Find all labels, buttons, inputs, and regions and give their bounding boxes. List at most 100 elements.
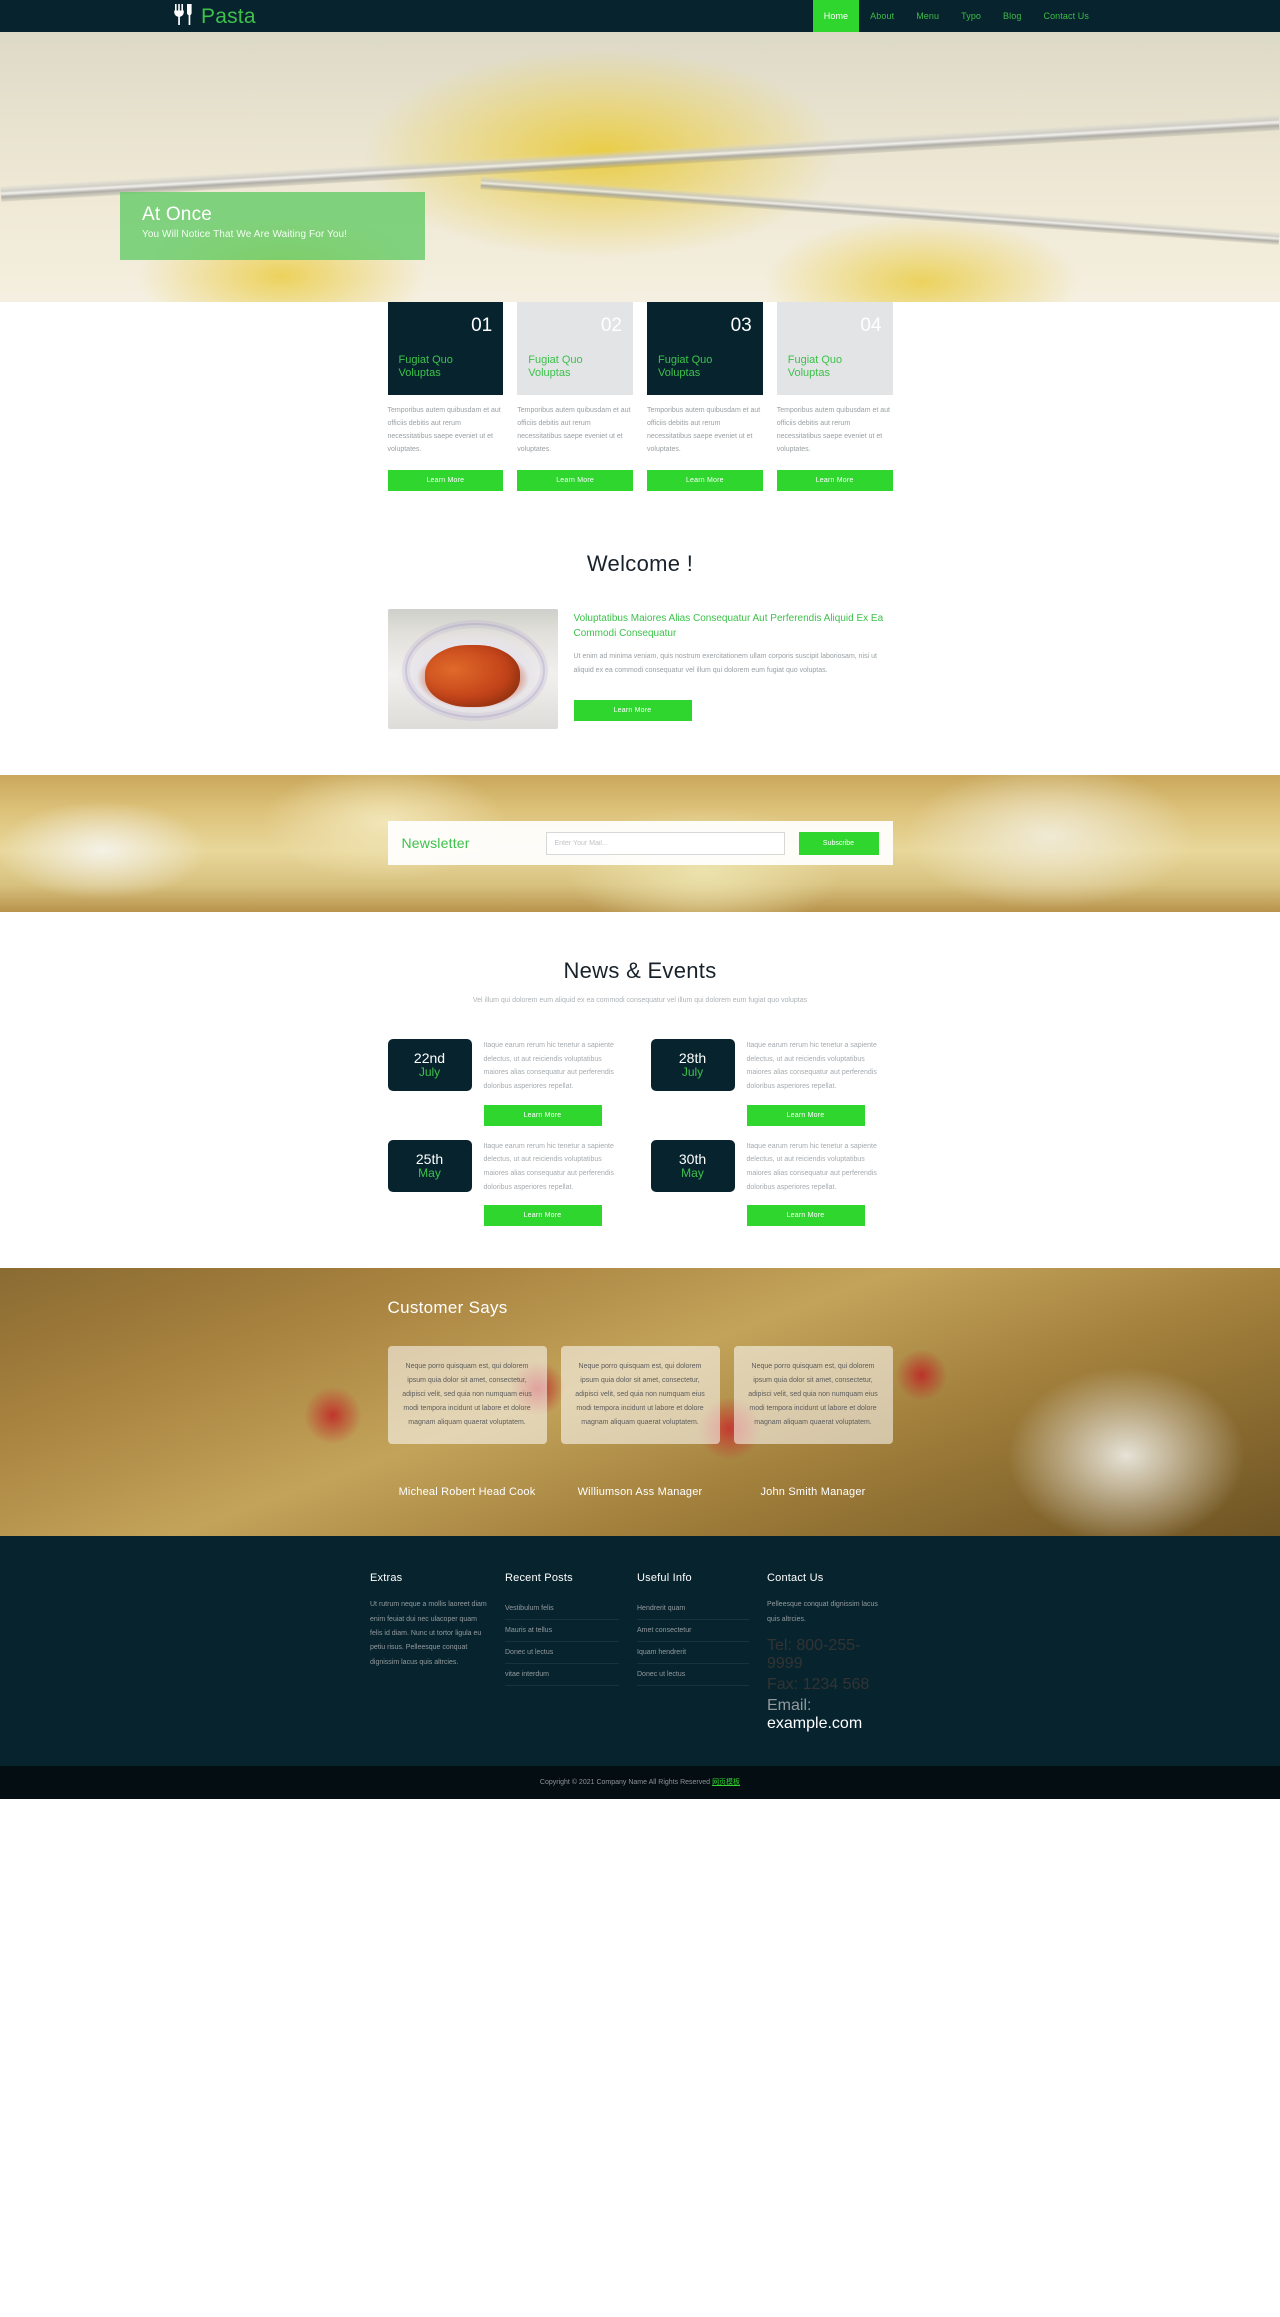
footer-fax: Fax: 1234 568 — [767, 1676, 892, 1694]
footer-link-item[interactable]: vitae interdum — [505, 1664, 619, 1687]
testimonial-quote: Neque porro quisquam est, qui dolorem ip… — [560, 1346, 720, 1445]
welcome-heading: Welcome ! — [586, 550, 694, 576]
hero-fork-decoration-2 — [480, 176, 1280, 245]
nav-item-about[interactable]: About — [859, 0, 905, 32]
footer-extras-text: Ut rutrum neque a mollis laoreet diam en… — [370, 1601, 487, 1666]
footer-email: Email: example.com — [767, 1697, 892, 1733]
newsletter-subscribe-button[interactable]: Subscribe — [798, 831, 879, 855]
footer-email-value[interactable]: example.com — [767, 1715, 862, 1732]
footer-tel-label: Tel: — [767, 1636, 792, 1654]
news-text: Itaque earum rerum hic tenetur a sapient… — [746, 1042, 877, 1090]
service-description: Temporibus autem quibusdam et aut offici… — [776, 407, 890, 453]
testimonials-heading: Customer Says — [387, 1298, 508, 1318]
service-description: Temporibus autem quibusdam et aut offici… — [387, 407, 501, 453]
service-learn-more-button[interactable]: Learn More — [387, 469, 504, 491]
news-day: 25th — [415, 1150, 444, 1167]
news-item: 30th May Itaque earum rerum hic tenetur … — [650, 1139, 892, 1227]
footer-column-contact: Contact Us Pelleesque conquat dignissim … — [767, 1572, 910, 1736]
news-item: 25th May Itaque earum rerum hic tenetur … — [387, 1139, 629, 1227]
footer-link-item[interactable]: Mauris at tellus — [505, 1620, 619, 1643]
footer-tel: Tel: 800-255-9999 — [767, 1637, 892, 1673]
service-description: Temporibus autem quibusdam et aut offici… — [647, 407, 761, 453]
footer-link-item[interactable]: Amet consectetur — [637, 1620, 749, 1643]
nav-item-home[interactable]: Home — [812, 0, 860, 32]
service-learn-more-button[interactable]: Learn More — [517, 469, 633, 491]
hero-title: At Once — [142, 204, 213, 225]
service-card-3: 03 Fugiat Quo Voluptas Temporibus autem … — [647, 302, 763, 491]
testimonial-author: Micheal Robert Head Cook — [398, 1486, 536, 1499]
welcome-body-text: Ut enim ad minima veniam, quis nostrum e… — [573, 652, 877, 674]
news-date-badge: 25th May — [387, 1139, 472, 1192]
news-month: July — [681, 1065, 704, 1080]
news-events-section: News & Events Vel illum qui dolorem eum … — [0, 911, 1280, 1269]
service-learn-more-button[interactable]: Learn More — [776, 469, 893, 491]
news-date-badge: 22nd July — [387, 1039, 472, 1092]
service-learn-more-button[interactable]: Learn More — [647, 469, 763, 491]
news-text: Itaque earum rerum hic tenetur a sapient… — [746, 1142, 877, 1191]
services-section: 01 Fugiat Quo Voluptas Temporibus autem … — [0, 302, 1280, 533]
newsletter-email-input[interactable] — [545, 831, 785, 855]
welcome-learn-more-button[interactable]: Learn More — [573, 699, 692, 721]
news-learn-more-button[interactable]: Learn More — [746, 1104, 865, 1126]
footer-link-item[interactable]: Donec ut lectus — [505, 1642, 619, 1665]
footer-useful-info-title: Useful Info — [637, 1572, 692, 1585]
news-heading: News & Events — [563, 957, 717, 983]
copyright-text: Copyright © 2021 Company Name All Rights… — [539, 1778, 711, 1786]
news-learn-more-button[interactable]: Learn More — [746, 1205, 865, 1227]
copyright-bar: Copyright © 2021 Company Name All Rights… — [0, 1765, 1280, 1799]
welcome-section: Welcome ! Voluptatibus Maiores Alias Con… — [0, 532, 1280, 775]
testimonial-author: John Smith Manager — [760, 1486, 866, 1499]
testimonials-section: Customer Says Neque porro quisquam est, … — [0, 1268, 1280, 1537]
service-title: Fugiat Quo Voluptas — [528, 353, 583, 380]
news-item: 22nd July Itaque earum rerum hic tenetur… — [387, 1039, 629, 1126]
service-title: Fugiat Quo Voluptas — [787, 353, 843, 380]
footer-fax-label: Fax: — [767, 1675, 799, 1693]
footer-extras-title: Extras — [370, 1572, 403, 1585]
service-number: 03 — [730, 315, 752, 336]
testimonial-card: Neque porro quisquam est, qui dolorem ip… — [733, 1346, 893, 1499]
welcome-subheading: Voluptatibus Maiores Alias Consequatur A… — [573, 612, 884, 639]
news-learn-more-button[interactable]: Learn More — [483, 1104, 602, 1126]
footer-recent-posts-title: Recent Posts — [505, 1572, 573, 1585]
testimonial-quote: Neque porro quisquam est, qui dolorem ip… — [733, 1346, 893, 1445]
copyright-template-link[interactable]: 网页模板 — [712, 1777, 740, 1787]
footer-link-item[interactable]: Vestibulum felis — [505, 1598, 619, 1621]
welcome-pasta-image — [387, 608, 558, 729]
service-card-2: 02 Fugiat Quo Voluptas Temporibus autem … — [517, 302, 633, 491]
logo-text: Pasta — [201, 4, 256, 28]
footer-email-label: Email: — [767, 1696, 812, 1714]
main-navigation[interactable]: Home About Menu Typo Blog Contact Us — [812, 0, 1100, 32]
news-learn-more-button[interactable]: Learn More — [483, 1205, 602, 1227]
news-month: May — [681, 1165, 704, 1180]
service-description: Temporibus autem quibusdam et aut offici… — [517, 407, 631, 453]
testimonial-quote: Neque porro quisquam est, qui dolorem ip… — [387, 1346, 547, 1445]
nav-item-blog[interactable]: Blog — [992, 0, 1032, 32]
nav-item-typo[interactable]: Typo — [950, 0, 992, 32]
footer-recent-posts-list: Vestibulum felis Mauris at tellus Donec … — [505, 1598, 619, 1687]
news-subheading: Vel illum qui dolorem eum aliquid ex ea … — [472, 996, 808, 1004]
news-text: Itaque earum rerum hic tenetur a sapient… — [483, 1142, 614, 1191]
news-month: July — [418, 1065, 441, 1080]
footer-link-item[interactable]: Hendrerit quam — [637, 1598, 749, 1621]
news-date-badge: 30th May — [650, 1139, 735, 1192]
nav-item-contact-us[interactable]: Contact Us — [1032, 0, 1100, 32]
news-day: 28th — [678, 1050, 707, 1067]
site-header: Pasta Home About Menu Typo Blog Contact … — [0, 0, 1280, 32]
service-title: Fugiat Quo Voluptas — [398, 353, 453, 380]
service-number: 02 — [600, 315, 622, 336]
news-date-badge: 28th July — [650, 1039, 735, 1092]
nav-item-menu[interactable]: Menu — [905, 0, 950, 32]
service-number: 01 — [471, 315, 493, 336]
news-month: May — [418, 1165, 441, 1180]
footer-link-item[interactable]: Iquam hendrerit — [637, 1642, 749, 1665]
fork-knife-icon — [172, 3, 198, 30]
news-item: 28th July Itaque earum rerum hic tenetur… — [650, 1039, 892, 1126]
footer-contact-text: Pelleesque conquat dignissim lacus quis … — [767, 1601, 878, 1623]
newsletter-title: Newsletter — [401, 835, 470, 852]
hero-banner: At Once You Will Notice That We Are Wait… — [0, 32, 1280, 337]
hero-caption: At Once You Will Notice That We Are Wait… — [120, 192, 425, 260]
site-logo[interactable]: Pasta — [172, 0, 256, 32]
service-number: 04 — [860, 315, 882, 336]
footer-link-item[interactable]: Donec ut lectus — [637, 1664, 749, 1687]
footer-contact-title: Contact Us — [767, 1572, 824, 1585]
